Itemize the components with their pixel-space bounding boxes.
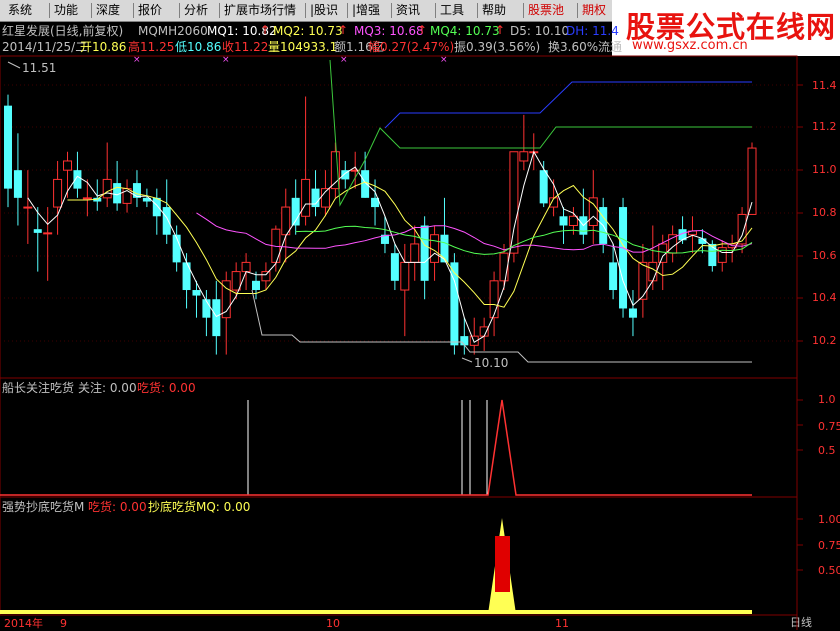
resistance-line-blue bbox=[384, 81, 752, 129]
sub1-panel-frame bbox=[0, 377, 798, 498]
candle-body bbox=[53, 178, 63, 208]
candle-body bbox=[43, 232, 53, 235]
candle-body bbox=[361, 170, 370, 198]
candle-body bbox=[489, 280, 499, 319]
candle-body bbox=[132, 183, 141, 198]
candle-body bbox=[539, 170, 548, 204]
min-marker bbox=[461, 357, 473, 363]
candle-body bbox=[420, 225, 429, 281]
cross-marker: × bbox=[222, 55, 230, 65]
candle-body bbox=[33, 229, 42, 233]
candle-body bbox=[301, 178, 311, 217]
candle-body bbox=[499, 252, 509, 282]
candle-body bbox=[102, 178, 112, 199]
cross-marker: × bbox=[133, 55, 141, 65]
candle-body bbox=[82, 197, 92, 200]
candle-body bbox=[400, 261, 410, 291]
candle-body bbox=[628, 308, 637, 318]
candle-body bbox=[261, 271, 271, 282]
candle-body bbox=[519, 151, 529, 162]
ma-line-yellow bbox=[67, 181, 753, 308]
candle-body bbox=[23, 206, 33, 209]
candle-body bbox=[609, 262, 618, 291]
sub1-signal-line bbox=[0, 399, 752, 496]
candle-body bbox=[619, 207, 628, 309]
candle-body bbox=[152, 197, 161, 217]
candle-body bbox=[460, 336, 469, 346]
candle-body bbox=[747, 147, 757, 215]
candle-body bbox=[390, 253, 399, 281]
candle-body bbox=[231, 271, 241, 291]
candle-body bbox=[241, 261, 251, 273]
sub2-panel-frame bbox=[0, 496, 798, 616]
candle-body bbox=[410, 243, 420, 263]
candle-body bbox=[252, 280, 260, 291]
candle-body bbox=[479, 326, 489, 337]
candle-body bbox=[648, 261, 658, 282]
sub2-baseline bbox=[0, 610, 752, 614]
candle-body bbox=[212, 299, 221, 337]
cross-marker: × bbox=[440, 55, 448, 65]
candle-body bbox=[63, 160, 73, 171]
candle-body bbox=[281, 206, 291, 236]
candle-body bbox=[559, 216, 568, 226]
candle-body bbox=[162, 207, 171, 235]
support-line-gray bbox=[251, 289, 752, 363]
main-panel-frame bbox=[0, 55, 798, 379]
max-marker bbox=[7, 61, 21, 69]
cross-marker: × bbox=[340, 55, 348, 65]
candle-body bbox=[4, 105, 12, 189]
candle-body bbox=[568, 215, 578, 226]
candle-body bbox=[182, 262, 191, 291]
candle-body bbox=[509, 151, 519, 254]
candle-body bbox=[192, 290, 201, 296]
candle-body bbox=[638, 261, 648, 300]
candle-body bbox=[221, 280, 231, 319]
stock-chart: × × × × bbox=[0, 55, 803, 630]
candle-body bbox=[73, 170, 82, 189]
candle-body bbox=[13, 170, 22, 198]
sub2-peak-red bbox=[495, 536, 510, 592]
